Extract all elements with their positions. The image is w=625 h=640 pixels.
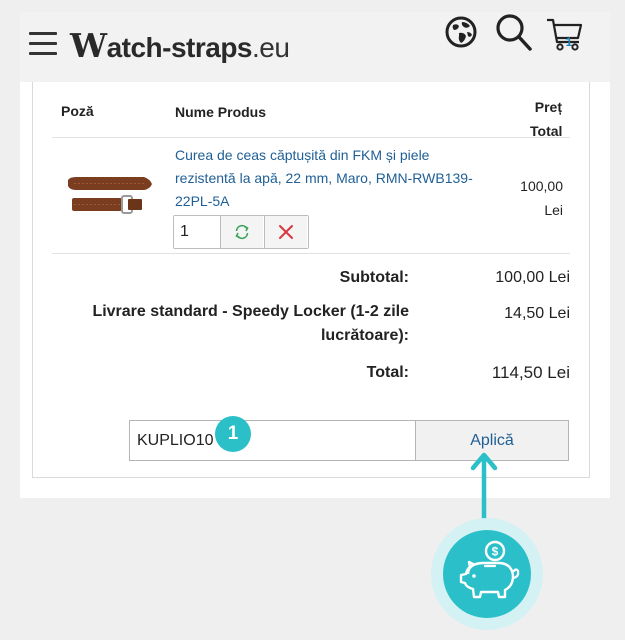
product-name-line2: rezistentă la apă, 22 mm, Maro, RMN-RWB1… [175, 170, 473, 186]
site-logo[interactable]: Watch-straps.eu [70, 26, 290, 65]
coupon-code-input[interactable] [129, 420, 416, 461]
refresh-icon [235, 224, 249, 240]
search-icon[interactable] [495, 13, 533, 53]
update-quantity-button[interactable] [220, 216, 263, 248]
item-divider [52, 253, 570, 254]
product-name-link[interactable]: Curea de ceas căptușită din FKM și piele… [175, 144, 475, 213]
column-header-price-line1: Preț [534, 99, 562, 115]
shipping-label: Livrare standard - Speedy Locker (1-2 zi… [92, 300, 409, 348]
piggy-bank-icon: $ [459, 540, 520, 599]
product-price: 100,00 Lei [505, 174, 563, 222]
shipping-label-line1: Livrare standard - Speedy Locker (1-2 zi… [92, 303, 409, 320]
product-name-line1: Curea de ceas căptușită din FKM și piele [175, 147, 430, 163]
logo-initial: W [70, 26, 107, 65]
subtotal-label: Subtotal: [339, 269, 409, 286]
logo-name: atch-straps [106, 32, 253, 63]
product-price-value: 100,00 [520, 178, 563, 194]
column-header-price: Preț Total [530, 95, 562, 143]
total-label: Total: [366, 364, 409, 381]
svg-text:$: $ [492, 545, 499, 559]
logo-tld: .eu [252, 32, 290, 63]
product-price-currency: Lei [544, 202, 563, 218]
quantity-stepper [173, 215, 309, 249]
hamburger-icon[interactable] [29, 32, 57, 56]
shipping-label-line2: lucrătoare): [320, 327, 409, 344]
cart-count-badge: 1 [565, 35, 573, 49]
shipping-value: 14,50 Lei [504, 305, 570, 322]
subtotal-value: 100,00 Lei [495, 269, 570, 286]
remove-item-button[interactable] [264, 216, 307, 248]
column-header-price-line2: Total [530, 123, 563, 139]
product-image[interactable] [66, 174, 154, 216]
step-number-badge: 1 [215, 416, 251, 452]
globe-icon[interactable] [445, 16, 477, 48]
column-header-name: Nume Produs [175, 104, 267, 120]
product-name-line3: 22PL-5A [175, 193, 230, 209]
column-header-photo: Poză [61, 103, 94, 119]
quantity-input[interactable] [174, 216, 218, 248]
header-divider [52, 137, 570, 138]
close-icon [279, 225, 293, 239]
total-value: 114,50 Lei [491, 363, 570, 382]
